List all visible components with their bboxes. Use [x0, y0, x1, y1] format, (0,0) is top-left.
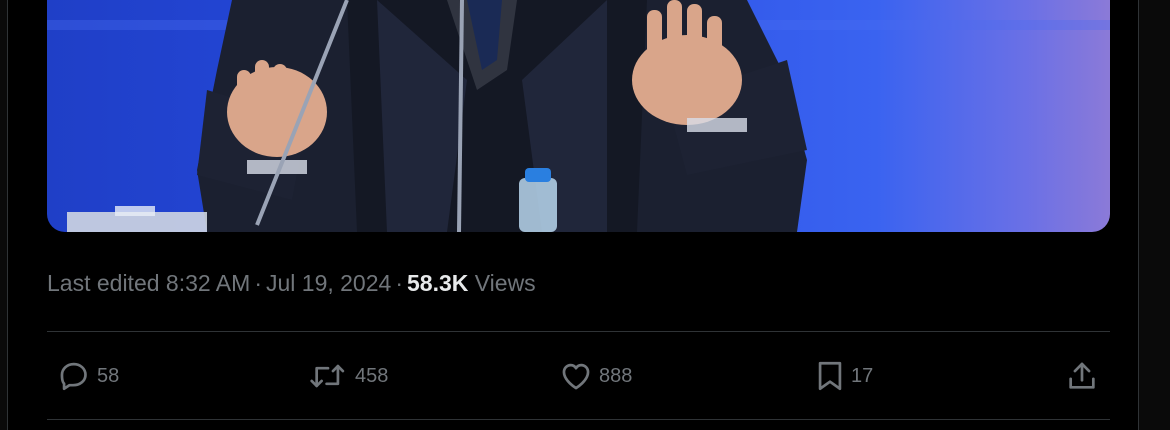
heart-icon	[559, 359, 593, 393]
tweet-time[interactable]: 8:32 AM	[166, 270, 250, 297]
share-button[interactable]	[1065, 354, 1099, 398]
meta-separator: ·	[254, 269, 262, 296]
divider-bottom	[47, 419, 1110, 420]
edited-prefix[interactable]: Last edited	[47, 270, 160, 297]
reply-button[interactable]: 58	[57, 354, 119, 398]
like-button[interactable]: 888	[559, 354, 632, 398]
views-label[interactable]: Views	[475, 270, 536, 297]
share-icon	[1065, 359, 1099, 393]
divider-top	[47, 331, 1110, 332]
reply-count: 58	[97, 364, 120, 387]
bookmark-button[interactable]: 17	[815, 354, 873, 398]
repost-icon	[307, 359, 349, 393]
tweet-date[interactable]: Jul 19, 2024	[266, 270, 391, 297]
tweet-action-bar: 58 458 888 17	[47, 354, 1110, 398]
speaker-illustration	[47, 0, 1110, 232]
repost-button[interactable]: 458	[307, 354, 388, 398]
bookmark-icon	[815, 359, 845, 393]
column-right-fill	[1139, 0, 1170, 430]
reply-icon	[57, 359, 91, 393]
tweet-timestamp-row: Last edited 8:32 AM · Jul 19, 2024 · 58.3K V…	[47, 266, 536, 300]
column-border-left	[0, 0, 8, 430]
bookmark-count: 17	[851, 364, 874, 387]
meta-separator-2: ·	[395, 269, 403, 296]
views-count[interactable]: 58.3K	[407, 270, 468, 297]
tweet-media-image[interactable]	[47, 0, 1110, 232]
like-count: 888	[599, 364, 633, 387]
repost-count: 458	[355, 364, 389, 387]
